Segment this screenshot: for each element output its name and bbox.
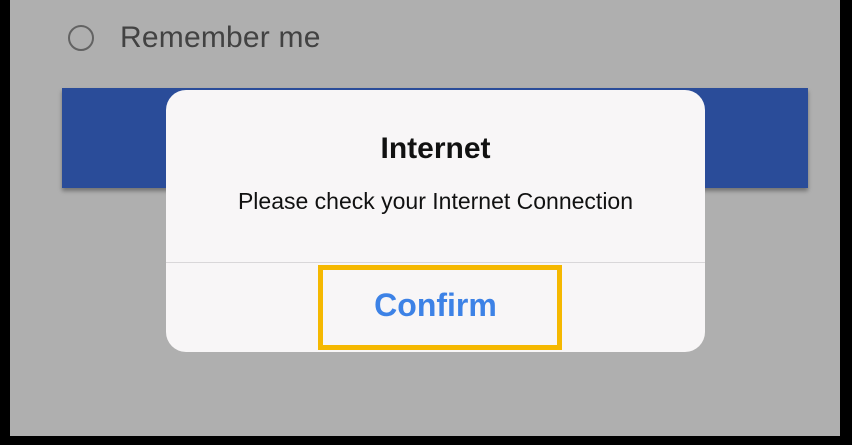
screenshot-frame: Remember me Internet Please check your I… <box>0 0 852 445</box>
alert-message: Please check your Internet Connection <box>237 188 634 214</box>
app-screen: Remember me Internet Please check your I… <box>10 0 840 436</box>
confirm-highlight-box <box>318 265 562 350</box>
alert-title: Internet <box>380 132 491 165</box>
